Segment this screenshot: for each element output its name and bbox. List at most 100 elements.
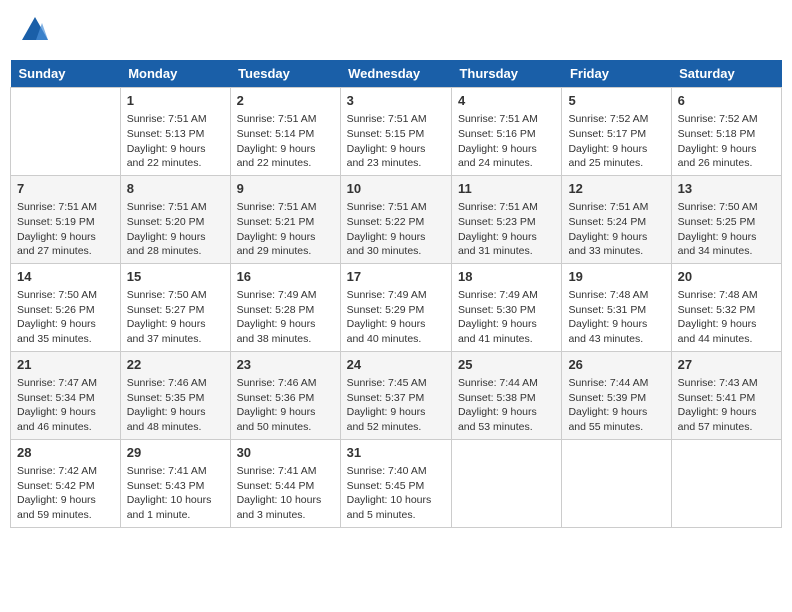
day-info: Sunrise: 7:48 AM Sunset: 5:31 PM Dayligh… xyxy=(568,288,664,347)
calendar-cell: 10 Sunrise: 7:51 AM Sunset: 5:22 PM Dayli… xyxy=(340,175,451,263)
day-info: Sunrise: 7:52 AM Sunset: 5:18 PM Dayligh… xyxy=(678,112,775,171)
calendar-cell: 2Sunrise: 7:51 AM Sunset: 5:14 PM Daylig… xyxy=(230,88,340,176)
day-number: 24 xyxy=(347,356,445,374)
calendar-cell: 17 Sunrise: 7:49 AM Sunset: 5:29 PM Dayli… xyxy=(340,263,451,351)
calendar-week-3: 14 Sunrise: 7:50 AM Sunset: 5:26 PM Dayli… xyxy=(11,263,782,351)
day-number: 15 xyxy=(127,268,224,286)
calendar-cell: 15 Sunrise: 7:50 AM Sunset: 5:27 PM Dayli… xyxy=(120,263,230,351)
day-number: 17 xyxy=(347,268,445,286)
day-number: 13 xyxy=(678,180,775,198)
calendar-cell: 20 Sunrise: 7:48 AM Sunset: 5:32 PM Dayli… xyxy=(671,263,781,351)
day-number: 16 xyxy=(237,268,334,286)
day-number: 20 xyxy=(678,268,775,286)
calendar-cell: 22Sunrise: 7:46 AM Sunset: 5:35 PM Dayli… xyxy=(120,351,230,439)
day-info: Sunrise: 7:44 AM Sunset: 5:38 PM Dayligh… xyxy=(458,376,555,435)
calendar-cell: 23 Sunrise: 7:46 AM Sunset: 5:36 PM Dayli… xyxy=(230,351,340,439)
calendar-cell: 21 Sunrise: 7:47 AM Sunset: 5:34 PM Dayli… xyxy=(11,351,121,439)
day-number: 10 xyxy=(347,180,445,198)
day-number: 5 xyxy=(568,92,664,110)
day-info: Sunrise: 7:51 AM Sunset: 5:16 PM Dayligh… xyxy=(458,112,555,171)
calendar-header-row: SundayMondayTuesdayWednesdayThursdayFrid… xyxy=(11,60,782,88)
day-number: 26 xyxy=(568,356,664,374)
day-number: 1 xyxy=(127,92,224,110)
calendar-cell: 27Sunrise: 7:43 AM Sunset: 5:41 PM Dayli… xyxy=(671,351,781,439)
day-number: 27 xyxy=(678,356,775,374)
calendar-cell: 3Sunrise: 7:51 AM Sunset: 5:15 PM Daylig… xyxy=(340,88,451,176)
calendar-week-4: 21 Sunrise: 7:47 AM Sunset: 5:34 PM Dayli… xyxy=(11,351,782,439)
day-number: 28 xyxy=(17,444,114,462)
col-header-monday: Monday xyxy=(120,60,230,88)
day-number: 29 xyxy=(127,444,224,462)
calendar-cell: 4 Sunrise: 7:51 AM Sunset: 5:16 PM Daylig… xyxy=(451,88,561,176)
day-number: 11 xyxy=(458,180,555,198)
calendar-cell: 31 Sunrise: 7:40 AM Sunset: 5:45 PM Dayli… xyxy=(340,439,451,527)
day-info: Sunrise: 7:46 AM Sunset: 5:36 PM Dayligh… xyxy=(237,376,334,435)
col-header-saturday: Saturday xyxy=(671,60,781,88)
day-number: 4 xyxy=(458,92,555,110)
day-number: 18 xyxy=(458,268,555,286)
col-header-wednesday: Wednesday xyxy=(340,60,451,88)
calendar-cell: 14 Sunrise: 7:50 AM Sunset: 5:26 PM Dayli… xyxy=(11,263,121,351)
day-number: 7 xyxy=(17,180,114,198)
day-info: Sunrise: 7:42 AM Sunset: 5:42 PM Dayligh… xyxy=(17,464,114,523)
day-info: Sunrise: 7:48 AM Sunset: 5:32 PM Dayligh… xyxy=(678,288,775,347)
calendar-cell xyxy=(11,88,121,176)
day-number: 19 xyxy=(568,268,664,286)
calendar-week-2: 7 Sunrise: 7:51 AM Sunset: 5:19 PM Daylig… xyxy=(11,175,782,263)
day-number: 21 xyxy=(17,356,114,374)
day-info: Sunrise: 7:51 AM Sunset: 5:20 PM Dayligh… xyxy=(127,200,224,259)
day-info: Sunrise: 7:50 AM Sunset: 5:25 PM Dayligh… xyxy=(678,200,775,259)
calendar-cell: 1 Sunrise: 7:51 AM Sunset: 5:13 PM Daylig… xyxy=(120,88,230,176)
day-number: 25 xyxy=(458,356,555,374)
day-info: Sunrise: 7:51 AM Sunset: 5:19 PM Dayligh… xyxy=(17,200,114,259)
day-info: Sunrise: 7:51 AM Sunset: 5:13 PM Dayligh… xyxy=(127,112,224,171)
day-info: Sunrise: 7:41 AM Sunset: 5:44 PM Dayligh… xyxy=(237,464,334,523)
page-header xyxy=(10,10,782,50)
calendar-cell: 8 Sunrise: 7:51 AM Sunset: 5:20 PM Daylig… xyxy=(120,175,230,263)
day-info: Sunrise: 7:51 AM Sunset: 5:23 PM Dayligh… xyxy=(458,200,555,259)
day-number: 30 xyxy=(237,444,334,462)
calendar-cell: 9 Sunrise: 7:51 AM Sunset: 5:21 PM Daylig… xyxy=(230,175,340,263)
col-header-tuesday: Tuesday xyxy=(230,60,340,88)
day-number: 23 xyxy=(237,356,334,374)
calendar-cell: 25 Sunrise: 7:44 AM Sunset: 5:38 PM Dayli… xyxy=(451,351,561,439)
calendar-cell: 19 Sunrise: 7:48 AM Sunset: 5:31 PM Dayli… xyxy=(562,263,671,351)
day-info: Sunrise: 7:51 AM Sunset: 5:24 PM Dayligh… xyxy=(568,200,664,259)
day-info: Sunrise: 7:51 AM Sunset: 5:22 PM Dayligh… xyxy=(347,200,445,259)
calendar-cell: 13 Sunrise: 7:50 AM Sunset: 5:25 PM Dayli… xyxy=(671,175,781,263)
calendar-cell: 24 Sunrise: 7:45 AM Sunset: 5:37 PM Dayli… xyxy=(340,351,451,439)
calendar-cell: 11 Sunrise: 7:51 AM Sunset: 5:23 PM Dayli… xyxy=(451,175,561,263)
day-info: Sunrise: 7:47 AM Sunset: 5:34 PM Dayligh… xyxy=(17,376,114,435)
col-header-thursday: Thursday xyxy=(451,60,561,88)
calendar-cell: 6Sunrise: 7:52 AM Sunset: 5:18 PM Daylig… xyxy=(671,88,781,176)
day-number: 12 xyxy=(568,180,664,198)
day-info: Sunrise: 7:46 AM Sunset: 5:35 PM Dayligh… xyxy=(127,376,224,435)
calendar-week-5: 28 Sunrise: 7:42 AM Sunset: 5:42 PM Dayli… xyxy=(11,439,782,527)
day-number: 2 xyxy=(237,92,334,110)
day-number: 9 xyxy=(237,180,334,198)
calendar-cell xyxy=(451,439,561,527)
day-info: Sunrise: 7:40 AM Sunset: 5:45 PM Dayligh… xyxy=(347,464,445,523)
day-number: 31 xyxy=(347,444,445,462)
day-info: Sunrise: 7:49 AM Sunset: 5:30 PM Dayligh… xyxy=(458,288,555,347)
calendar-cell: 16Sunrise: 7:49 AM Sunset: 5:28 PM Dayli… xyxy=(230,263,340,351)
calendar-cell: 28 Sunrise: 7:42 AM Sunset: 5:42 PM Dayli… xyxy=(11,439,121,527)
day-info: Sunrise: 7:51 AM Sunset: 5:21 PM Dayligh… xyxy=(237,200,334,259)
day-info: Sunrise: 7:50 AM Sunset: 5:27 PM Dayligh… xyxy=(127,288,224,347)
calendar-cell xyxy=(562,439,671,527)
day-number: 8 xyxy=(127,180,224,198)
logo xyxy=(20,15,54,45)
day-info: Sunrise: 7:45 AM Sunset: 5:37 PM Dayligh… xyxy=(347,376,445,435)
calendar-cell: 29Sunrise: 7:41 AM Sunset: 5:43 PM Dayli… xyxy=(120,439,230,527)
calendar-cell: 30 Sunrise: 7:41 AM Sunset: 5:44 PM Dayli… xyxy=(230,439,340,527)
col-header-friday: Friday xyxy=(562,60,671,88)
day-info: Sunrise: 7:49 AM Sunset: 5:29 PM Dayligh… xyxy=(347,288,445,347)
day-info: Sunrise: 7:52 AM Sunset: 5:17 PM Dayligh… xyxy=(568,112,664,171)
calendar-cell: 12 Sunrise: 7:51 AM Sunset: 5:24 PM Dayli… xyxy=(562,175,671,263)
calendar-week-1: 1 Sunrise: 7:51 AM Sunset: 5:13 PM Daylig… xyxy=(11,88,782,176)
calendar-table: SundayMondayTuesdayWednesdayThursdayFrid… xyxy=(10,60,782,528)
calendar-cell: 18 Sunrise: 7:49 AM Sunset: 5:30 PM Dayli… xyxy=(451,263,561,351)
day-info: Sunrise: 7:50 AM Sunset: 5:26 PM Dayligh… xyxy=(17,288,114,347)
day-number: 14 xyxy=(17,268,114,286)
day-number: 3 xyxy=(347,92,445,110)
